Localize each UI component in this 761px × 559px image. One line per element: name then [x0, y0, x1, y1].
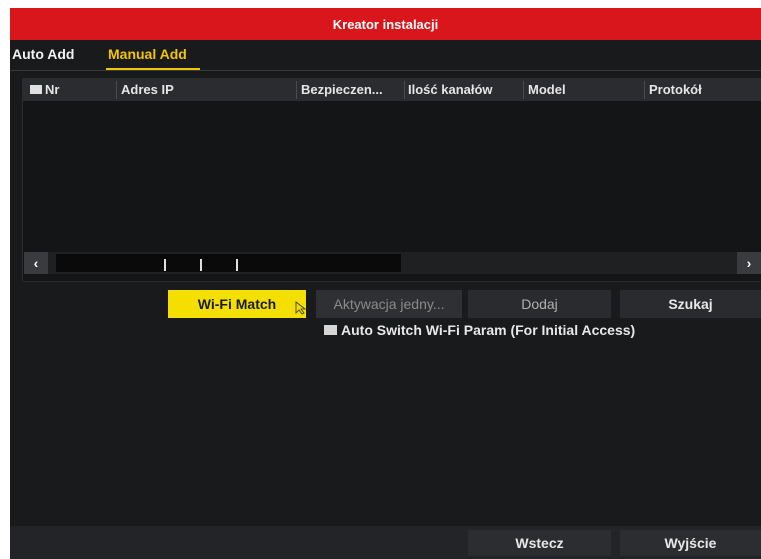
setup-wizard-window: Kreator instalacji Auto Add Manual Add N… [10, 8, 761, 559]
activate-button[interactable]: Aktywacja jedny... [316, 290, 462, 318]
window-title: Kreator instalacji [332, 16, 439, 32]
search-button[interactable]: Szukaj [620, 290, 761, 318]
column-header-nr[interactable]: Nr [45, 82, 59, 97]
column-marker [200, 259, 202, 271]
back-button[interactable]: Wstecz [468, 530, 611, 556]
column-separator [296, 81, 297, 99]
title-bar: Kreator instalacji [10, 8, 761, 40]
column-separator [116, 81, 117, 99]
table-header: Nr Adres IP Bezpieczen... Ilość kanałów … [23, 79, 761, 101]
column-separator [523, 81, 524, 99]
column-header-model[interactable]: Model [528, 82, 566, 97]
exit-button[interactable]: Wyjście [620, 530, 761, 556]
scroll-left-icon[interactable]: ‹ [24, 252, 48, 274]
column-header-security[interactable]: Bezpieczen... [301, 82, 383, 97]
tab-manual-add[interactable]: Manual Add [108, 46, 187, 62]
column-marker [236, 259, 238, 271]
column-header-protocol[interactable]: Protokół [649, 82, 702, 97]
horizontal-scrollbar[interactable]: ‹ › [24, 252, 761, 274]
auto-switch-checkbox[interactable] [324, 325, 337, 335]
footer-bar: Wstecz Wyjście [10, 526, 761, 559]
column-header-channels[interactable]: Ilość kanałów [408, 82, 493, 97]
tab-auto-add[interactable]: Auto Add [12, 46, 74, 62]
column-separator [644, 81, 645, 99]
auto-switch-label: Auto Switch Wi-Fi Param (For Initial Acc… [341, 322, 636, 338]
wifi-match-button[interactable]: Wi-Fi Match [168, 290, 306, 318]
mouse-pointer-icon [295, 301, 307, 315]
auto-switch-option[interactable]: Auto Switch Wi-Fi Param (For Initial Acc… [324, 322, 635, 338]
column-marker [164, 259, 166, 271]
column-header-ip-address[interactable]: Adres IP [121, 82, 174, 97]
select-all-checkbox[interactable] [30, 85, 42, 94]
scroll-right-icon[interactable]: › [737, 252, 761, 274]
tab-bar: Auto Add Manual Add [10, 44, 761, 70]
add-button[interactable]: Dodaj [468, 290, 611, 318]
column-separator [404, 81, 405, 99]
divider [10, 70, 761, 71]
scroll-thumb[interactable] [56, 254, 401, 272]
scroll-track[interactable] [48, 252, 737, 274]
